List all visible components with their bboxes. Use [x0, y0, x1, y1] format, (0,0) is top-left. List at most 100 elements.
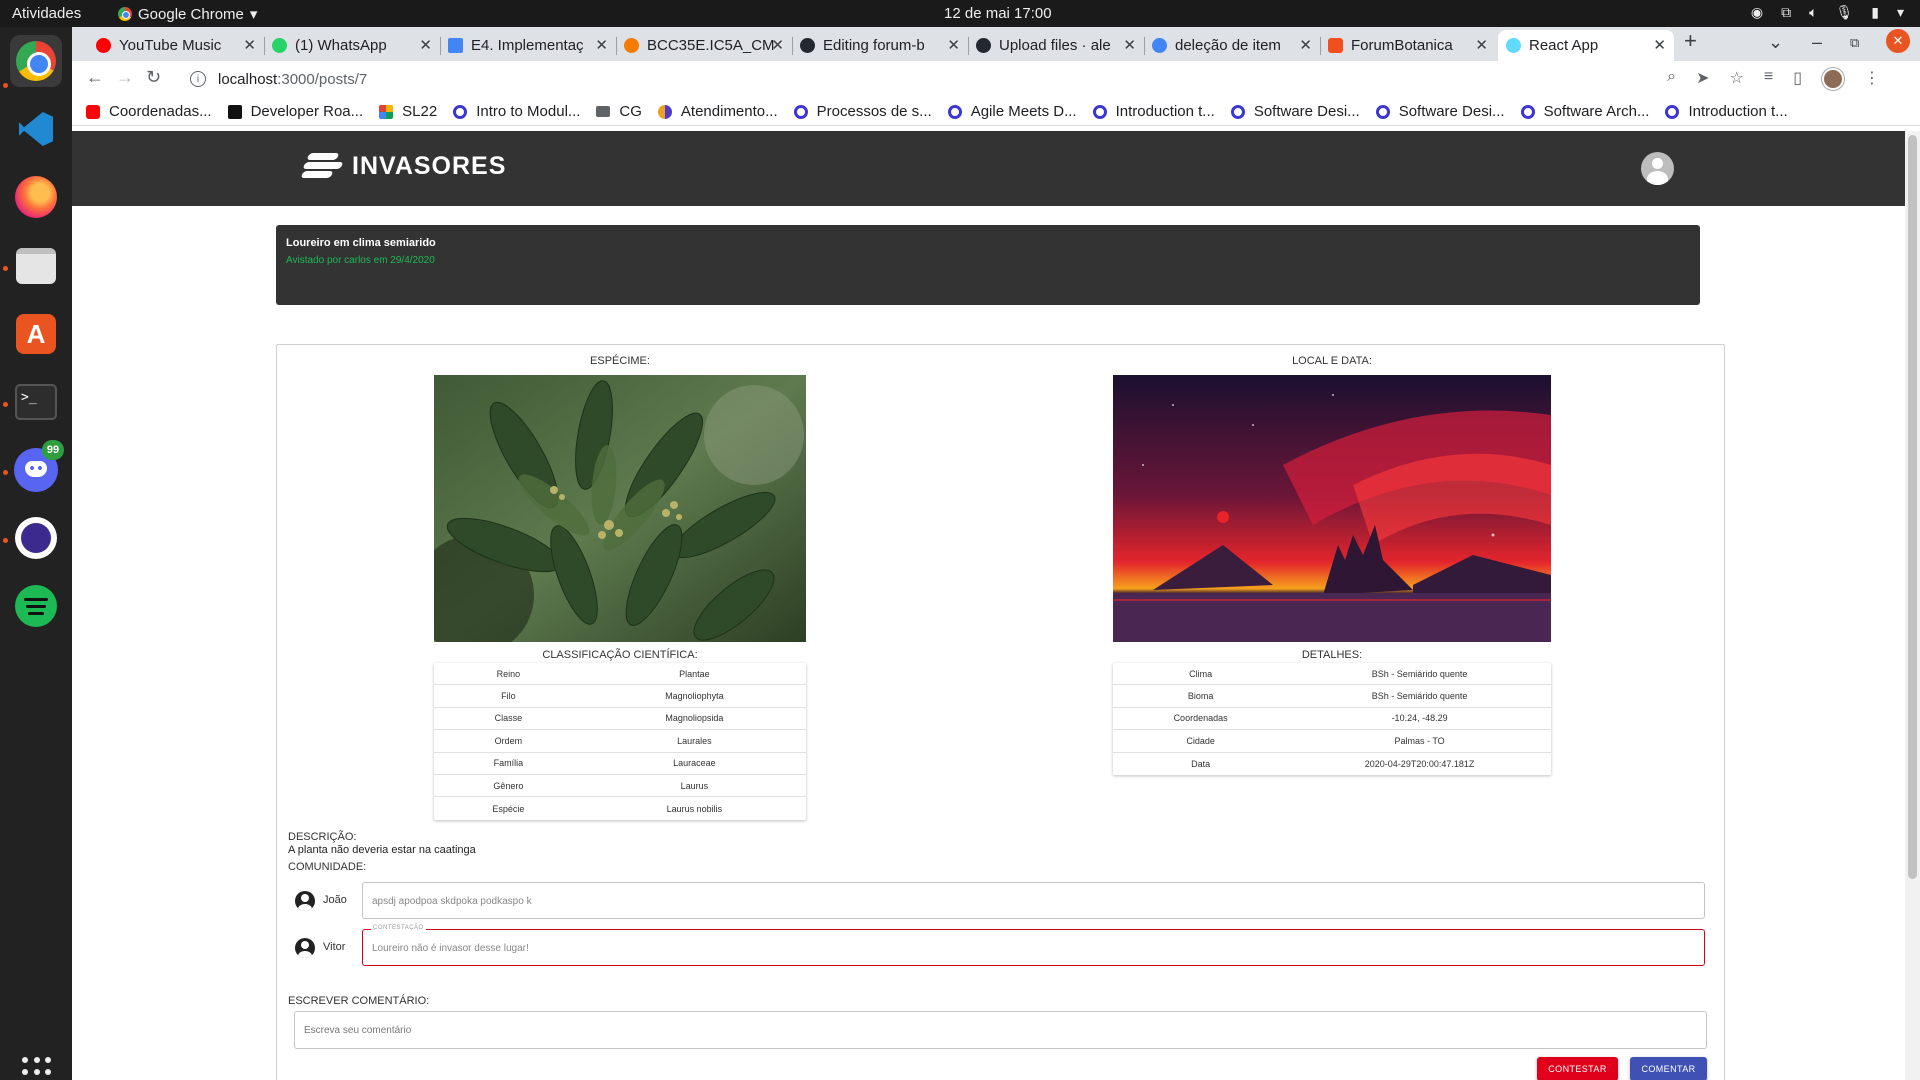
bookmark-folder[interactable]: CG: [596, 103, 642, 120]
app-menu-label: Google Chrome: [138, 5, 244, 23]
meet-icon: [379, 104, 394, 119]
back-icon[interactable]: ←: [86, 67, 104, 88]
table-row: Gênero Laurus: [434, 775, 806, 798]
restore-icon[interactable]: ⧉: [1850, 35, 1859, 51]
account-avatar[interactable]: [1641, 152, 1674, 185]
comment-button[interactable]: COMENTAR: [1630, 1057, 1707, 1080]
microphone-icon[interactable]: 🎙︎: [1835, 4, 1853, 21]
row-key: Data: [1191, 758, 1211, 769]
developer-roadmap-icon: [227, 104, 242, 119]
dock-terminal[interactable]: >_: [10, 376, 62, 428]
dock-chrome[interactable]: [10, 35, 62, 87]
close-tab-icon[interactable]: ✕: [771, 36, 784, 54]
volume-icon[interactable]: 🔈︎: [1809, 4, 1817, 21]
close-tab-icon[interactable]: ✕: [1123, 36, 1136, 54]
dock-vscode[interactable]: [10, 103, 62, 155]
site-info-icon[interactable]: i: [190, 71, 206, 87]
bookmark-item[interactable]: Software Desi...: [1230, 103, 1360, 120]
address-bar[interactable]: i localhost :3000/posts/7: [180, 63, 1840, 95]
profile-avatar[interactable]: [1822, 68, 1844, 90]
row-key: Classe: [494, 713, 523, 724]
bookmark-item[interactable]: Processos de s...: [793, 103, 932, 120]
tab-react-app[interactable]: React App ✕: [1498, 30, 1674, 61]
description-label: DESCRIÇÃO:: [288, 831, 357, 843]
bookmark-item[interactable]: Introduction t...: [1092, 103, 1215, 120]
bookmark-item[interactable]: Coordenadas...: [86, 103, 212, 120]
close-tab-icon[interactable]: ✕: [1653, 36, 1666, 54]
forward-icon[interactable]: →: [116, 67, 134, 88]
tab-strip: YouTube Music ✕ (1) WhatsApp ✕ E4. Imple…: [72, 27, 1920, 61]
bookmark-item[interactable]: Introduction t...: [1665, 103, 1788, 120]
new-tab-button[interactable]: +: [1684, 28, 1697, 54]
bookmark-item[interactable]: Software Arch...: [1520, 103, 1649, 120]
close-tab-icon[interactable]: ✕: [1475, 36, 1488, 54]
github-icon: [976, 38, 991, 53]
close-tab-icon[interactable]: ✕: [595, 36, 608, 54]
tab-e4[interactable]: E4. Implementaç ✕: [440, 30, 616, 61]
comment-input[interactable]: Escreva seu comentário: [294, 1011, 1707, 1049]
user-avatar-icon: [295, 938, 315, 958]
bookmark-label: Introduction t...: [1115, 103, 1215, 120]
contest-button[interactable]: CONTESTAR: [1537, 1057, 1618, 1080]
battery-icon[interactable]: ▮: [1871, 4, 1879, 21]
close-window-icon[interactable]: ✕: [1886, 29, 1910, 53]
scrollbar-thumb[interactable]: [1908, 135, 1917, 879]
dock-moon-app[interactable]: [10, 512, 62, 564]
chrome-icon: [16, 41, 56, 81]
app-menu[interactable]: Google Chrome ▾: [118, 5, 257, 23]
bookmark-item[interactable]: Agile Meets D...: [947, 103, 1077, 120]
activities-button[interactable]: Atividades: [12, 5, 81, 22]
tab-forumbotanica[interactable]: ForumBotanica ✕: [1320, 30, 1496, 61]
bookmark-item[interactable]: Software Desi...: [1375, 103, 1505, 120]
close-tab-icon[interactable]: ✕: [419, 36, 432, 54]
clock[interactable]: 12 de mai 17:00: [944, 5, 1052, 22]
row-value: 2020-04-29T20:00:47.181Z: [1364, 758, 1475, 769]
tab-editing-forum[interactable]: Editing forum-b ✕: [792, 30, 968, 61]
bookmark-label: CG: [619, 103, 642, 120]
dock-app-store[interactable]: A: [10, 308, 62, 360]
power-menu-icon[interactable]: ▾: [1897, 4, 1904, 21]
figma-icon: [1328, 38, 1343, 53]
terminal-icon: >_: [15, 384, 57, 420]
row-key: Filo: [501, 691, 516, 702]
notification-badge: 99: [42, 440, 64, 460]
send-icon[interactable]: ➤: [1696, 68, 1709, 90]
show-apps-icon[interactable]: [22, 1057, 52, 1080]
comment-text: apsdj apodpoa skdpoka podkaspo k: [362, 882, 1705, 919]
media-control-icon[interactable]: ≡: [1764, 68, 1773, 90]
zoom-icon[interactable]: ⌕: [1667, 68, 1676, 90]
close-tab-icon[interactable]: ✕: [243, 36, 256, 54]
system-tray[interactable]: ◉ ⧉ 🔈︎ 🎙︎ ▮ ▾: [1751, 4, 1904, 21]
coursera-icon: [1230, 104, 1245, 119]
network-icon[interactable]: ⧉: [1781, 4, 1791, 21]
close-tab-icon[interactable]: ✕: [947, 36, 960, 54]
tab-upload-files[interactable]: Upload files · ale ✕: [968, 30, 1144, 61]
chrome-menu-icon[interactable]: ⋮: [1864, 68, 1880, 90]
dock-firefox[interactable]: [10, 171, 62, 223]
tab-whatsapp[interactable]: (1) WhatsApp ✕: [264, 30, 440, 61]
tab-title: YouTube Music: [119, 37, 222, 54]
moon-icon: [15, 517, 57, 559]
reload-icon[interactable]: ↻: [146, 67, 161, 88]
table-row: Espécie Laurus nobilis: [434, 797, 806, 819]
bookmark-star-icon[interactable]: ☆: [1730, 68, 1744, 90]
bookmark-item[interactable]: Intro to Modul...: [453, 103, 580, 120]
page-scrollbar[interactable]: [1905, 131, 1920, 1080]
bookmark-item[interactable]: Atendimento...: [657, 103, 778, 120]
close-tab-icon[interactable]: ✕: [1299, 36, 1312, 54]
tab-youtube-music[interactable]: YouTube Music ✕: [88, 30, 264, 61]
tab-moodle[interactable]: BCC35E.IC5A_CM ✕: [616, 30, 792, 61]
logo[interactable]: INVASORES: [300, 149, 506, 183]
dock-spotify[interactable]: [10, 580, 62, 632]
bookmark-item[interactable]: Developer Roa...: [227, 103, 363, 120]
minimize-icon[interactable]: –: [1812, 32, 1822, 53]
discord-tray-icon[interactable]: ◉: [1751, 4, 1763, 21]
dock-files[interactable]: [10, 240, 62, 292]
location-image: [1113, 375, 1551, 642]
tab-search-icon[interactable]: ⌄: [1768, 32, 1783, 53]
side-panel-icon[interactable]: ▯: [1793, 68, 1802, 90]
comment-author: Vitor: [323, 941, 346, 953]
tab-delecao[interactable]: deleção de item ✕: [1144, 30, 1320, 61]
dock-discord[interactable]: 99: [10, 440, 64, 496]
bookmark-item[interactable]: SL22: [379, 103, 437, 120]
